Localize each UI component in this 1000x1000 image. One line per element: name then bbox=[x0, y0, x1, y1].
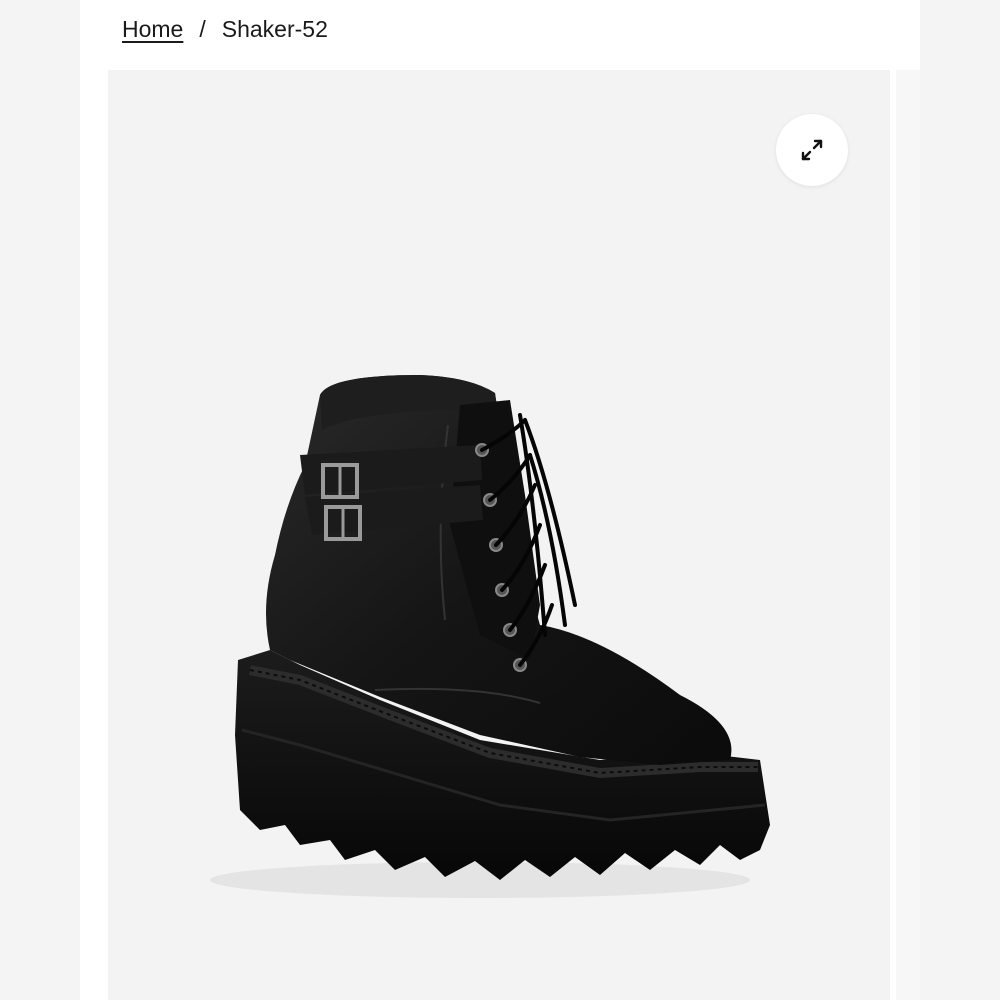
breadcrumb-current: Shaker-52 bbox=[221, 15, 328, 42]
page-gutter-left bbox=[0, 0, 80, 1000]
product-image-boot[interactable] bbox=[180, 305, 780, 905]
zoom-button[interactable] bbox=[776, 114, 848, 186]
page-gutter-right bbox=[920, 0, 1000, 1000]
breadcrumb-separator: / bbox=[199, 15, 206, 42]
product-gallery[interactable] bbox=[108, 70, 890, 1000]
breadcrumb-home-link[interactable]: Home bbox=[122, 16, 183, 43]
breadcrumb: Home / Shaker-52 bbox=[122, 12, 328, 46]
gallery-next-preview bbox=[896, 70, 920, 1000]
expand-arrows-icon bbox=[801, 139, 823, 161]
